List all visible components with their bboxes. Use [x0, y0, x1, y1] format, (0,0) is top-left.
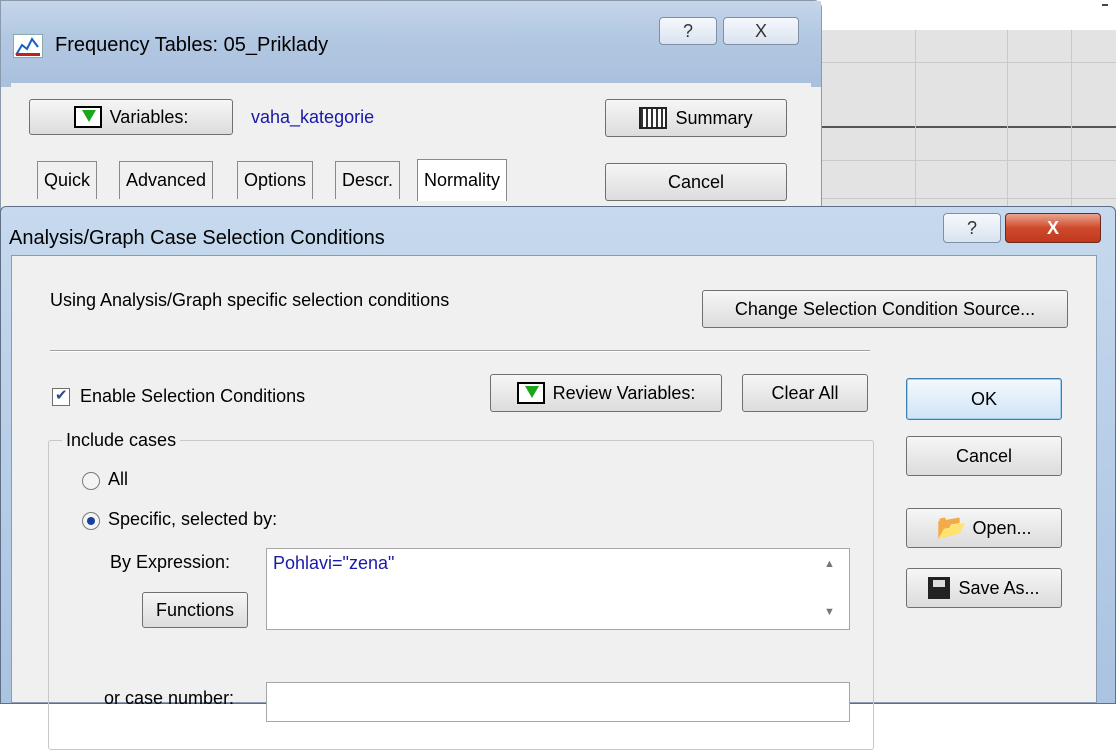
enable-selection-label: Enable Selection Conditions: [80, 386, 306, 406]
tab-advanced[interactable]: Advanced: [119, 161, 214, 199]
radio-all[interactable]: [82, 472, 100, 490]
back-help-button[interactable]: ?: [659, 17, 717, 45]
tab-descr-label: Descr.: [342, 170, 394, 190]
tab-quick-label: Quick: [44, 170, 91, 190]
ok-label: OK: [970, 388, 997, 409]
functions-button[interactable]: Functions: [142, 592, 248, 628]
close-icon: X: [1046, 217, 1059, 238]
change-source-button[interactable]: Change Selection Condition Source...: [702, 290, 1068, 328]
back-close-button[interactable]: X: [723, 17, 799, 45]
clear-all-label: Clear All: [771, 382, 839, 403]
case-selection-dialog: Analysis/Graph Case Selection Conditions…: [0, 206, 1116, 750]
variables-icon: [73, 106, 102, 128]
case-number-input[interactable]: [266, 682, 850, 722]
scroll-up-icon[interactable]: ▲: [824, 558, 835, 570]
radio-all-label: All: [108, 469, 129, 489]
cancel-label: Cancel: [955, 445, 1013, 466]
help-icon: ?: [682, 20, 693, 41]
separator: [50, 350, 870, 352]
folder-open-icon: 📂: [936, 514, 967, 541]
functions-label: Functions: [155, 599, 235, 620]
scroll-down-icon[interactable]: ▼: [824, 606, 835, 618]
tab-quick[interactable]: Quick: [37, 161, 98, 199]
variables-icon: [516, 382, 545, 404]
cancel-button[interactable]: Cancel: [906, 436, 1062, 476]
dialog-title: Analysis/Graph Case Selection Conditions: [9, 227, 385, 249]
summary-button-label: Summary: [675, 107, 753, 128]
dialog-help-button[interactable]: ?: [943, 213, 1001, 243]
close-icon: X: [754, 20, 767, 41]
tab-options-label: Options: [244, 170, 307, 190]
save-as-label: Save As...: [958, 577, 1040, 598]
help-icon: ?: [966, 217, 977, 238]
tab-descr[interactable]: Descr.: [335, 161, 401, 199]
variables-button[interactable]: Variables:: [29, 99, 233, 135]
dialog-body: Using Analysis/Graph specific selection …: [11, 255, 1097, 750]
include-cases-label: Include cases: [62, 430, 181, 451]
ok-button[interactable]: OK: [906, 378, 1062, 420]
case-number-label: or case number:: [104, 688, 235, 708]
tab-normality-label: Normality: [424, 170, 501, 190]
by-expression-label: By Expression:: [110, 552, 231, 572]
radio-specific-label: Specific, selected by:: [108, 509, 278, 529]
expression-value: Pohlavi="zena": [273, 553, 395, 573]
review-variables-button[interactable]: Review Variables:: [490, 374, 722, 412]
review-variables-label: Review Variables:: [552, 382, 696, 403]
tab-options[interactable]: Options: [237, 161, 314, 199]
radio-specific[interactable]: [82, 512, 100, 530]
background-tick: [1102, 4, 1108, 10]
dialog-close-button[interactable]: X: [1005, 213, 1101, 243]
tab-normality[interactable]: Normality: [417, 159, 508, 201]
variables-value: vaha_kategorie: [251, 107, 375, 127]
floppy-disk-icon: [928, 577, 951, 599]
open-button[interactable]: 📂 Open...: [906, 508, 1062, 548]
back-cancel-label: Cancel: [667, 171, 725, 192]
open-label: Open...: [972, 517, 1032, 538]
summary-button[interactable]: Summary: [605, 99, 787, 137]
chart-icon: [13, 34, 43, 58]
frequency-tables-window: Frequency Tables: 05_Priklady ? X Variab…: [0, 0, 822, 230]
clear-all-button[interactable]: Clear All: [742, 374, 868, 412]
summary-table-icon: [639, 107, 668, 129]
save-as-button[interactable]: Save As...: [906, 568, 1062, 608]
tab-advanced-label: Advanced: [126, 170, 207, 190]
variables-button-label: Variables:: [109, 106, 189, 127]
back-cancel-button[interactable]: Cancel: [605, 163, 787, 201]
info-text: Using Analysis/Graph specific selection …: [50, 290, 450, 310]
change-source-label: Change Selection Condition Source...: [734, 298, 1036, 319]
enable-selection-checkbox[interactable]: [52, 386, 70, 406]
frequency-tables-title: Frequency Tables: 05_Priklady: [55, 34, 329, 56]
expression-textarea[interactable]: Pohlavi="zena": [266, 548, 850, 630]
